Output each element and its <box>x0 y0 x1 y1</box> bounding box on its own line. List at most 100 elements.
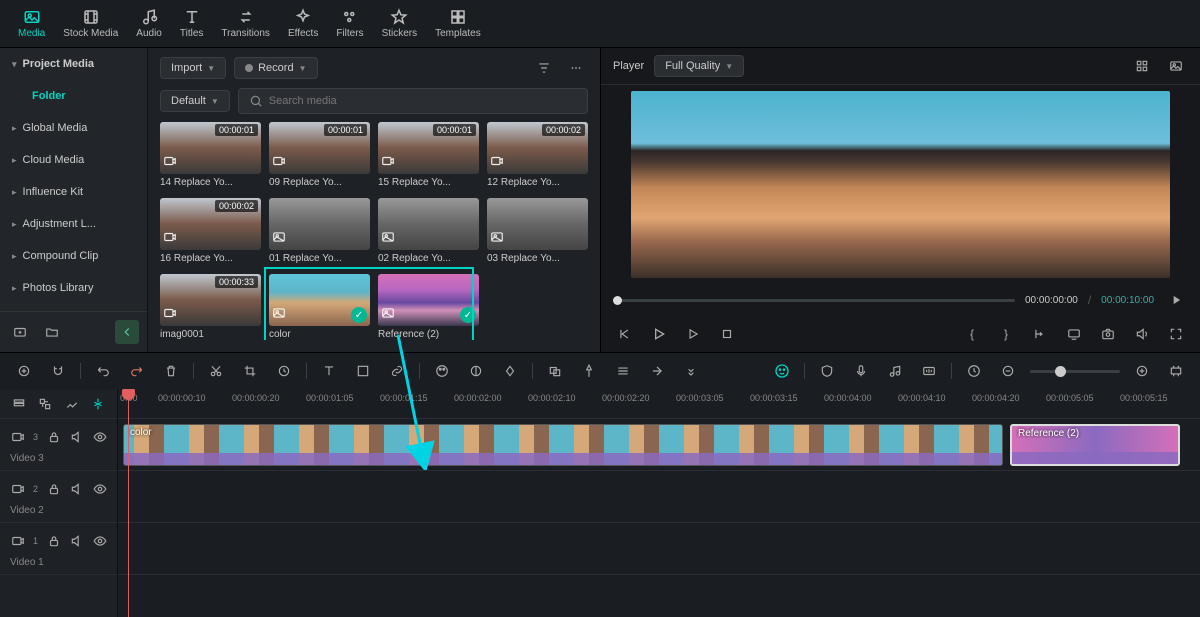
redo-icon[interactable] <box>125 359 149 383</box>
snapshot-icon[interactable] <box>1096 322 1120 346</box>
play-icon[interactable] <box>647 322 671 346</box>
media-thumbnail[interactable]: 00:00:33 <box>160 274 261 326</box>
topnav-filters[interactable]: Filters <box>336 8 363 39</box>
media-item[interactable]: 00:00:33 imag0001 <box>160 274 261 340</box>
ai-tool-icon[interactable] <box>12 359 36 383</box>
media-item[interactable]: 02 Replace Yo... <box>378 198 479 264</box>
media-thumbnail[interactable]: 00:00:02 <box>487 122 588 174</box>
record-button[interactable]: Record▼ <box>234 57 317 79</box>
crop-icon[interactable] <box>238 359 262 383</box>
media-thumbnail[interactable]: 00:00:01 <box>378 122 479 174</box>
mute-icon[interactable] <box>69 425 84 449</box>
zoom-slider[interactable] <box>1030 370 1120 373</box>
sidebar-item-compound-clip[interactable]: ▸Compound Clip <box>0 240 147 272</box>
timeline-ruler[interactable]: 0:0000:00:00:1000:00:00:2000:00:01:0500:… <box>118 389 1200 419</box>
media-thumbnail[interactable] <box>269 198 370 250</box>
sidebar-item-cloud-media[interactable]: ▸Cloud Media <box>0 144 147 176</box>
text-icon[interactable] <box>317 359 341 383</box>
auto-icon[interactable] <box>63 392 81 416</box>
topnav-audio[interactable]: Audio <box>136 8 162 39</box>
topnav-transitions[interactable]: Transitions <box>221 8 270 39</box>
display-icon[interactable] <box>1062 322 1086 346</box>
palette-icon[interactable] <box>430 359 454 383</box>
media-item[interactable]: 01 Replace Yo... <box>269 198 370 264</box>
timeline-track[interactable]: colorReference (2) <box>118 419 1200 471</box>
render-icon[interactable] <box>962 359 986 383</box>
sidebar-item-influence-kit[interactable]: ▸Influence Kit <box>0 176 147 208</box>
media-thumbnail[interactable]: ✓ <box>269 274 370 326</box>
adjust-icon[interactable] <box>464 359 488 383</box>
sidebar-item-photos-library[interactable]: ▸Photos Library <box>0 272 147 304</box>
more-tools-icon[interactable] <box>679 359 703 383</box>
media-thumbnail[interactable] <box>378 198 479 250</box>
lock-icon[interactable] <box>46 529 61 553</box>
undo-icon[interactable] <box>91 359 115 383</box>
more-icon[interactable] <box>564 56 588 80</box>
topnav-titles[interactable]: Titles <box>180 8 204 39</box>
visibility-icon[interactable] <box>92 425 107 449</box>
timeline-clip[interactable]: Reference (2) <box>1010 424 1180 466</box>
topnav-templates[interactable]: Templates <box>435 8 481 39</box>
visibility-icon[interactable] <box>92 529 107 553</box>
fullscreen-icon[interactable] <box>1164 322 1188 346</box>
marker-icon[interactable] <box>577 359 601 383</box>
link-tracks-icon[interactable] <box>36 392 54 416</box>
keyframe-icon[interactable] <box>498 359 522 383</box>
import-button[interactable]: Import▼ <box>160 57 226 79</box>
ai-assistant-icon[interactable] <box>770 359 794 383</box>
compare-icon[interactable] <box>1164 54 1188 78</box>
view-grid-icon[interactable] <box>1130 54 1154 78</box>
media-item[interactable]: 03 Replace Yo... <box>487 198 588 264</box>
mute-icon[interactable] <box>69 529 84 553</box>
sort-dropdown[interactable]: Default▼ <box>160 90 230 112</box>
quality-dropdown[interactable]: Full Quality▼ <box>654 55 744 77</box>
seek-bar[interactable] <box>613 299 1015 302</box>
mute-icon[interactable] <box>69 477 84 501</box>
volume-icon[interactable] <box>1130 322 1154 346</box>
cut-icon[interactable] <box>204 359 228 383</box>
video-track-icon[interactable] <box>10 529 25 553</box>
media-thumbnail[interactable]: ✓ <box>378 274 479 326</box>
track-view-icon[interactable] <box>10 392 28 416</box>
sidebar-item-folder[interactable]: Folder <box>0 80 147 112</box>
bracket-open-icon[interactable]: { <box>960 322 984 346</box>
media-item[interactable]: ✓ color <box>269 274 370 340</box>
sidebar-item-global-media[interactable]: ▸Global Media <box>0 112 147 144</box>
zoom-in-icon[interactable] <box>1130 359 1154 383</box>
media-item[interactable]: 00:00:01 14 Replace Yo... <box>160 122 261 188</box>
collapse-sidebar-button[interactable] <box>115 320 139 344</box>
lock-icon[interactable] <box>46 425 61 449</box>
search-input[interactable] <box>269 95 577 107</box>
video-track-icon[interactable] <box>10 477 25 501</box>
media-item[interactable]: 00:00:02 12 Replace Yo... <box>487 122 588 188</box>
timeline-clip[interactable]: color <box>123 424 1003 466</box>
media-item[interactable]: ✓ Reference (2) <box>378 274 479 340</box>
prev-frame-icon[interactable] <box>613 322 637 346</box>
media-thumbnail[interactable]: 00:00:01 <box>269 122 370 174</box>
topnav-stock[interactable]: Stock Media <box>63 8 118 39</box>
mixer-icon[interactable] <box>917 359 941 383</box>
folder-icon[interactable] <box>40 320 64 344</box>
lock-icon[interactable] <box>46 477 61 501</box>
group-icon[interactable] <box>543 359 567 383</box>
filter-icon[interactable] <box>532 56 556 80</box>
media-item[interactable]: 00:00:01 15 Replace Yo... <box>378 122 479 188</box>
media-thumbnail[interactable]: 00:00:01 <box>160 122 261 174</box>
playhead[interactable] <box>128 389 129 617</box>
track-icon[interactable] <box>611 359 635 383</box>
player-video-preview[interactable] <box>631 91 1170 278</box>
direction-icon[interactable] <box>645 359 669 383</box>
media-thumbnail[interactable] <box>487 198 588 250</box>
delete-icon[interactable] <box>159 359 183 383</box>
media-thumbnail[interactable]: 00:00:02 <box>160 198 261 250</box>
mic-icon[interactable] <box>849 359 873 383</box>
speed-icon[interactable] <box>272 359 296 383</box>
media-item[interactable]: 00:00:01 09 Replace Yo... <box>269 122 370 188</box>
stop-icon[interactable] <box>715 322 739 346</box>
video-track-icon[interactable] <box>10 425 25 449</box>
visibility-icon[interactable] <box>92 477 107 501</box>
search-box[interactable] <box>238 88 588 114</box>
play-alt-icon[interactable] <box>681 322 705 346</box>
zoom-fit-icon[interactable] <box>1164 359 1188 383</box>
mark-in-icon[interactable] <box>1028 322 1052 346</box>
